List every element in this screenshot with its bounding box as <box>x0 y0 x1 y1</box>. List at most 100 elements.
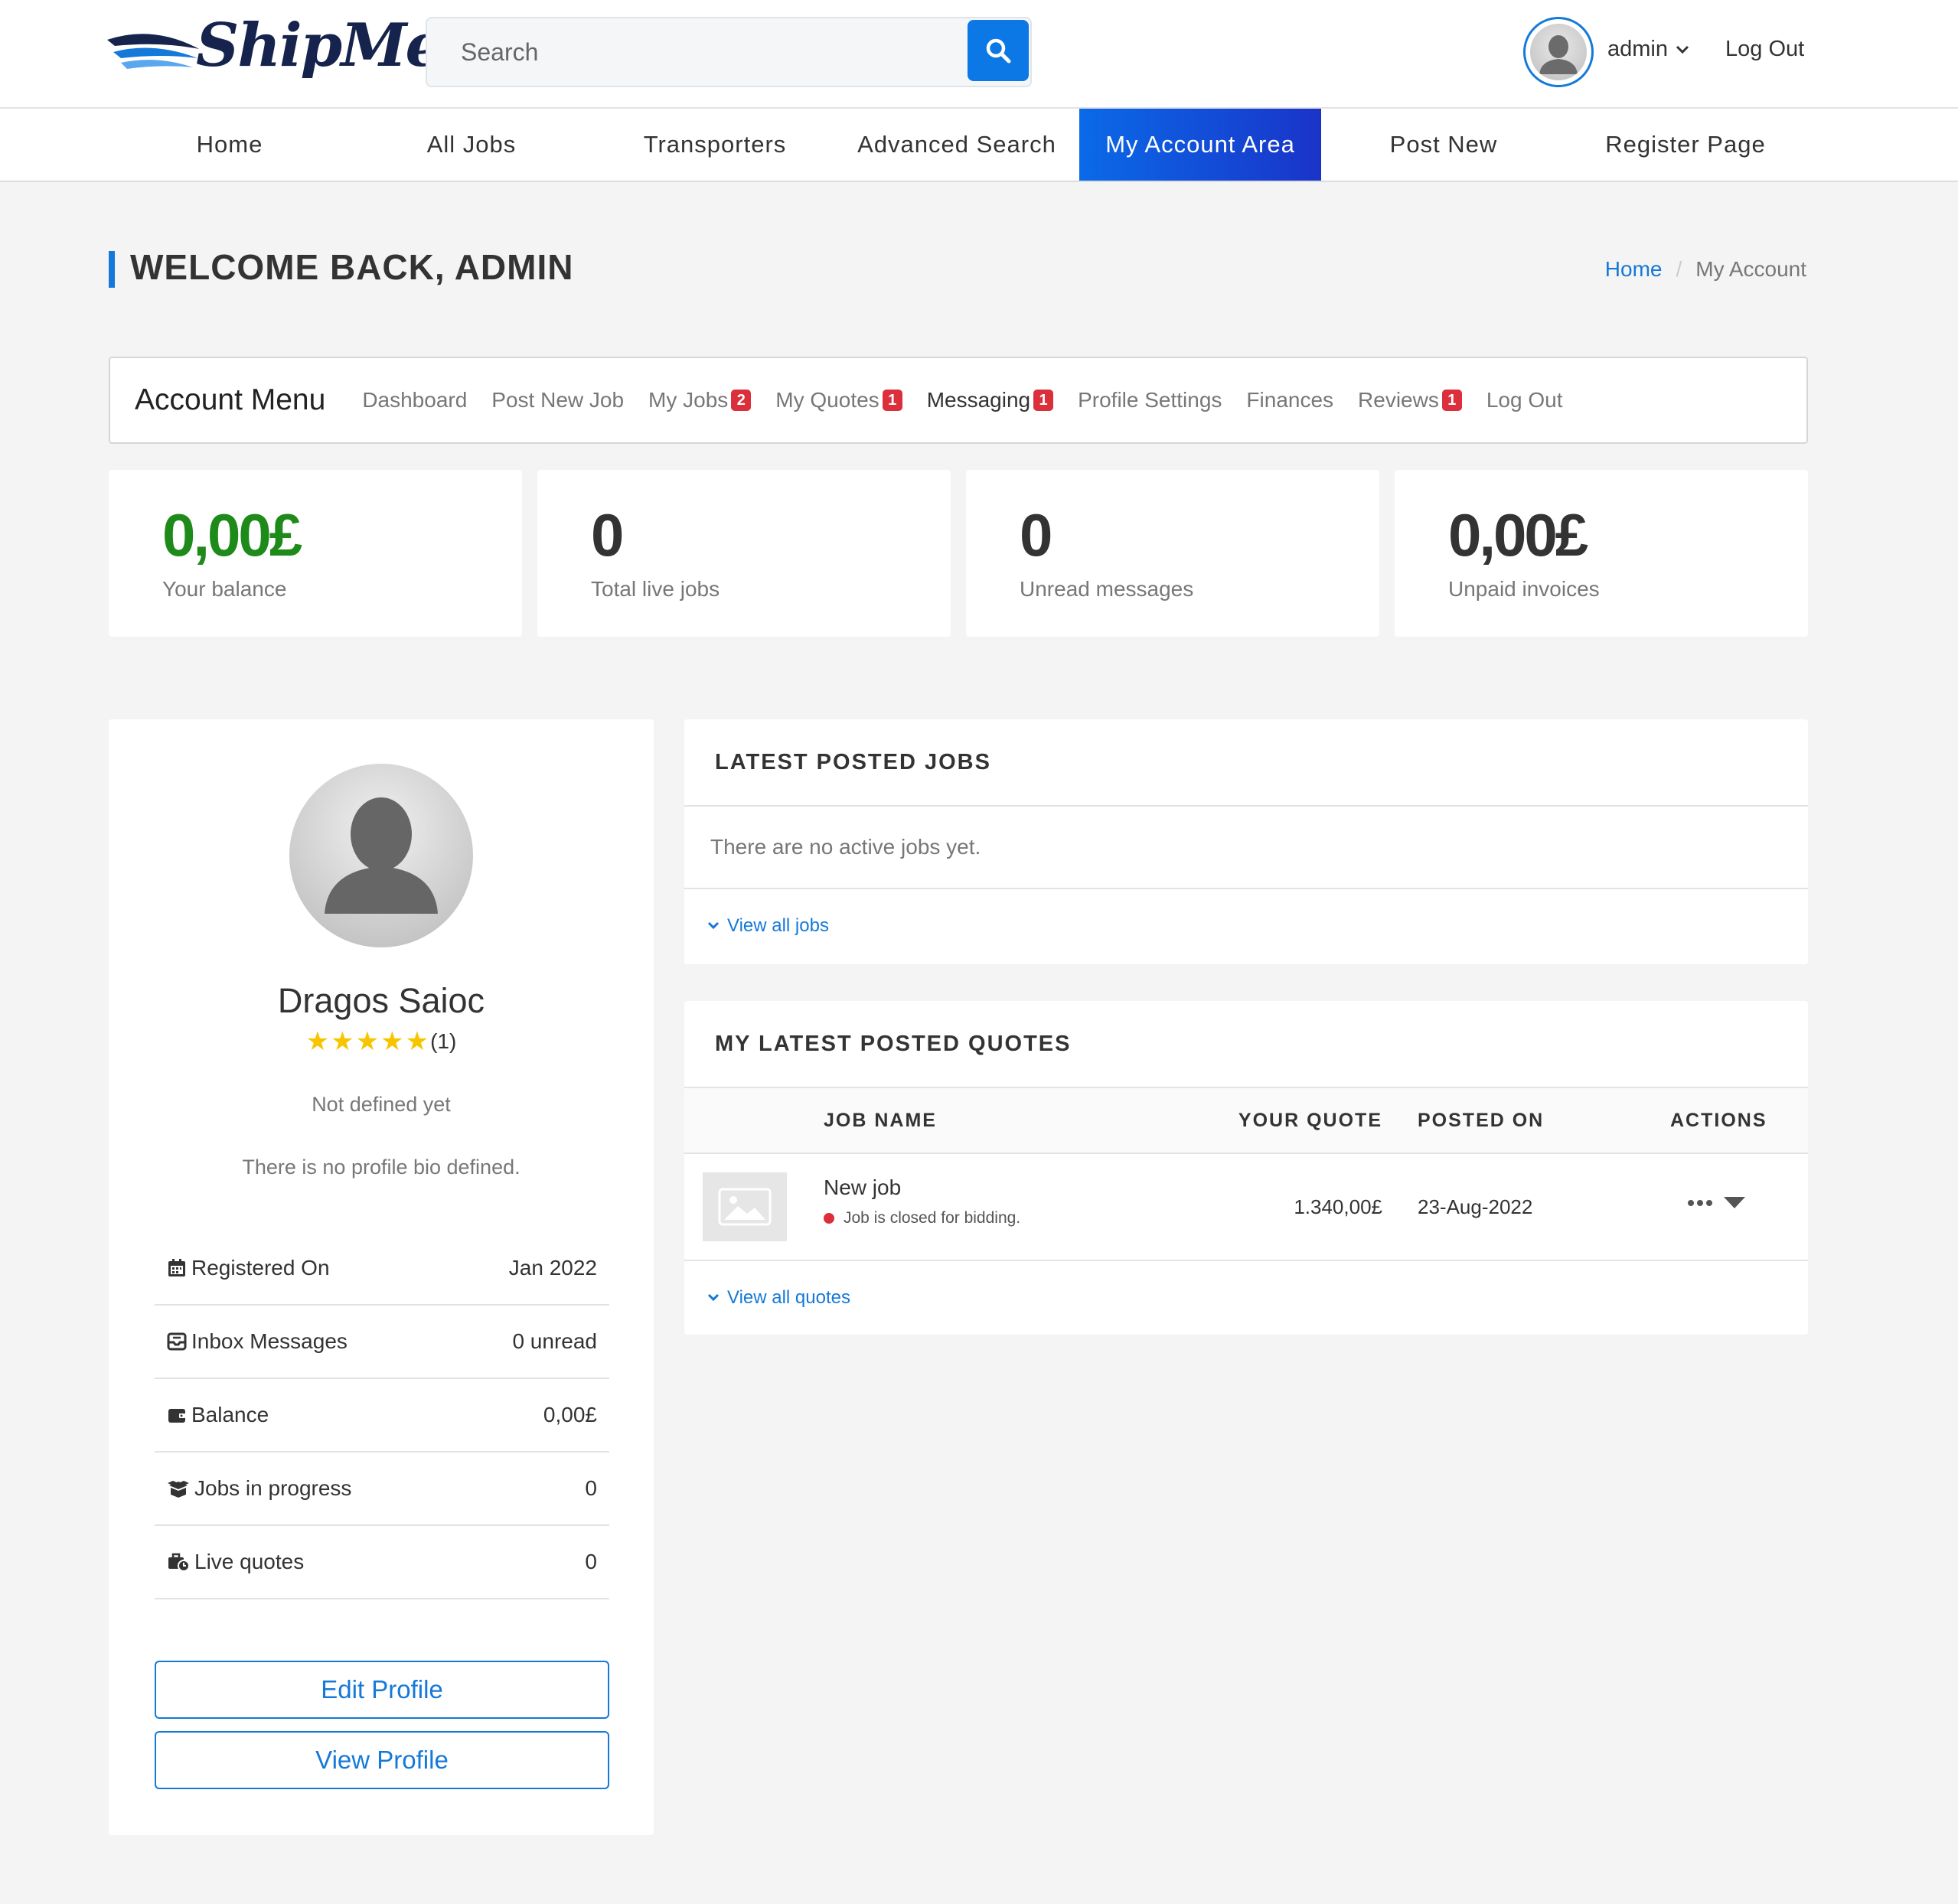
stat-card-live-jobs: 0 Total live jobs <box>537 470 951 637</box>
menu-label: Log Out <box>1486 388 1563 412</box>
stat-label: Total live jobs <box>591 577 720 601</box>
star-icon: ★ <box>331 1027 354 1056</box>
search-box <box>426 17 1032 87</box>
menu-label: Messaging <box>926 388 1031 412</box>
info-value: 0,00£ <box>543 1403 597 1426</box>
user-menu[interactable]: admin <box>1607 37 1689 62</box>
view-all-jobs-link[interactable]: View all jobs <box>684 889 1808 963</box>
info-value: 0 <box>585 1550 597 1573</box>
account-menu-my-quotes[interactable]: My Quotes 1 <box>775 388 902 412</box>
edit-profile-button[interactable]: Edit Profile <box>155 1661 609 1719</box>
profile-bio: There is no profile bio defined. <box>242 1156 521 1179</box>
latest-jobs-panel: LATEST POSTED JOBS There are no active j… <box>684 719 1808 964</box>
panel-title: LATEST POSTED JOBS <box>684 719 1808 807</box>
job-thumbnail[interactable] <box>703 1172 787 1241</box>
nav-all-jobs[interactable]: All Jobs <box>351 109 592 181</box>
search-icon <box>986 38 1011 64</box>
status-dot <box>824 1213 834 1224</box>
logo-text: ShipMe <box>196 11 443 80</box>
wallet-icon <box>168 1409 185 1423</box>
stat-value: 0 <box>1020 501 1052 569</box>
stat-label: Unpaid invoices <box>1448 577 1600 601</box>
count-badge: 1 <box>1441 390 1462 411</box>
job-name-link[interactable]: New job <box>824 1175 901 1200</box>
job-status: Job is closed for bidding. <box>824 1209 1020 1227</box>
account-menu-post-new-job[interactable]: Post New Job <box>491 388 624 412</box>
menu-label: Reviews <box>1358 388 1439 412</box>
count-badge: 1 <box>1033 390 1054 411</box>
nav-post-new[interactable]: Post New <box>1323 109 1565 181</box>
nav-advanced-search[interactable]: Advanced Search <box>836 109 1078 181</box>
menu-label: Finances <box>1246 388 1334 412</box>
info-label: Registered On <box>191 1256 330 1280</box>
info-row-jobs-in-progress: Jobs in progress 0 <box>155 1452 609 1526</box>
search-button[interactable] <box>968 20 1029 81</box>
info-row-live-quotes: Live quotes 0 <box>155 1526 609 1599</box>
stat-value: 0,00£ <box>162 501 302 569</box>
info-row-registered: Registered On Jan 2022 <box>155 1232 609 1306</box>
rating: ★ ★ ★ ★ ★ (1) <box>109 1029 654 1055</box>
quote-value: 1.340,00£ <box>1294 1195 1382 1218</box>
user-silhouette-icon <box>1539 35 1578 74</box>
view-all-quotes-link[interactable]: View all quotes <box>684 1261 1808 1335</box>
account-menu-finances[interactable]: Finances <box>1246 388 1333 412</box>
star-icon: ★ <box>380 1027 404 1056</box>
menu-label: Profile Settings <box>1078 388 1222 412</box>
rating-count: (1) <box>430 1029 457 1053</box>
info-value: Jan 2022 <box>508 1256 597 1280</box>
account-menu-my-jobs[interactable]: My Jobs 2 <box>648 388 752 412</box>
breadcrumb: Home / My Account <box>1605 257 1806 282</box>
table-row: New job Job is closed for bidding. 1.340… <box>684 1154 1808 1261</box>
account-menu-dashboard[interactable]: Dashboard <box>362 388 467 412</box>
profile-avatar <box>289 764 473 947</box>
stat-card-unpaid-invoices: 0,00£ Unpaid invoices <box>1395 470 1808 637</box>
breadcrumb-current: My Account <box>1695 257 1806 281</box>
info-label: Inbox Messages <box>191 1329 348 1353</box>
profile-name: Dragos Saioc <box>277 981 485 1020</box>
column-header: JOB NAME <box>824 1110 937 1131</box>
row-actions-dropdown[interactable] <box>1687 1197 1745 1209</box>
account-menu-reviews[interactable]: Reviews 1 <box>1358 388 1462 412</box>
info-label: Live quotes <box>194 1550 305 1573</box>
menu-label: Dashboard <box>362 388 468 412</box>
table-header: JOB NAME YOUR QUOTE POSTED ON ACTIONS <box>684 1088 1808 1154</box>
stat-card-balance: 0,00£ Your balance <box>109 470 522 637</box>
star-icon: ★ <box>355 1027 380 1056</box>
posted-date: 23-Aug-2022 <box>1418 1195 1533 1218</box>
logout-link[interactable]: Log Out <box>1725 37 1804 62</box>
account-menu: Account Menu Dashboard Post New Job My J… <box>109 357 1808 444</box>
info-value: 0 <box>585 1476 597 1500</box>
stat-card-unread-messages: 0 Unread messages <box>966 470 1379 637</box>
view-profile-button[interactable]: View Profile <box>155 1731 609 1789</box>
nav-transporters[interactable]: Transporters <box>594 109 836 181</box>
info-row-inbox: Inbox Messages 0 unread <box>155 1306 609 1379</box>
image-placeholder-icon <box>718 1188 772 1226</box>
account-menu-profile-settings[interactable]: Profile Settings <box>1078 388 1222 412</box>
nav-register-page[interactable]: Register Page <box>1565 109 1806 181</box>
main-nav: Home All Jobs Transporters Advanced Sear… <box>0 109 1958 182</box>
nav-my-account-area[interactable]: My Account Area <box>1079 109 1321 181</box>
calendar-icon <box>168 1259 185 1276</box>
user-avatar[interactable] <box>1523 17 1594 87</box>
username: admin <box>1607 37 1668 61</box>
account-menu-messaging[interactable]: Messaging 1 <box>926 388 1054 412</box>
caret-down-icon <box>1724 1197 1745 1208</box>
profile-card: Dragos Saioc ★ ★ ★ ★ ★ (1) Not defined y… <box>109 719 654 1835</box>
latest-quotes-panel: MY LATEST POSTED QUOTES JOB NAME YOUR QU… <box>684 1001 1808 1335</box>
link-label: View all jobs <box>727 915 829 936</box>
stat-value: 0 <box>591 501 624 569</box>
info-label: Jobs in progress <box>194 1476 352 1500</box>
account-menu-log-out[interactable]: Log Out <box>1486 388 1563 412</box>
more-dots-icon <box>1688 1200 1712 1206</box>
shipme-logo[interactable]: ShipMe <box>107 11 443 95</box>
stat-label: Unread messages <box>1020 577 1194 601</box>
search-input[interactable] <box>427 18 963 86</box>
chevron-down-icon <box>1676 45 1689 54</box>
profile-tagline: Not defined yet <box>312 1093 451 1116</box>
empty-state-text: There are no active jobs yet. <box>684 807 1808 889</box>
nav-home[interactable]: Home <box>109 109 351 181</box>
count-badge: 1 <box>882 390 902 411</box>
logo-wings-icon <box>107 34 199 69</box>
column-header: YOUR QUOTE <box>1238 1110 1382 1131</box>
breadcrumb-home[interactable]: Home <box>1605 257 1663 282</box>
